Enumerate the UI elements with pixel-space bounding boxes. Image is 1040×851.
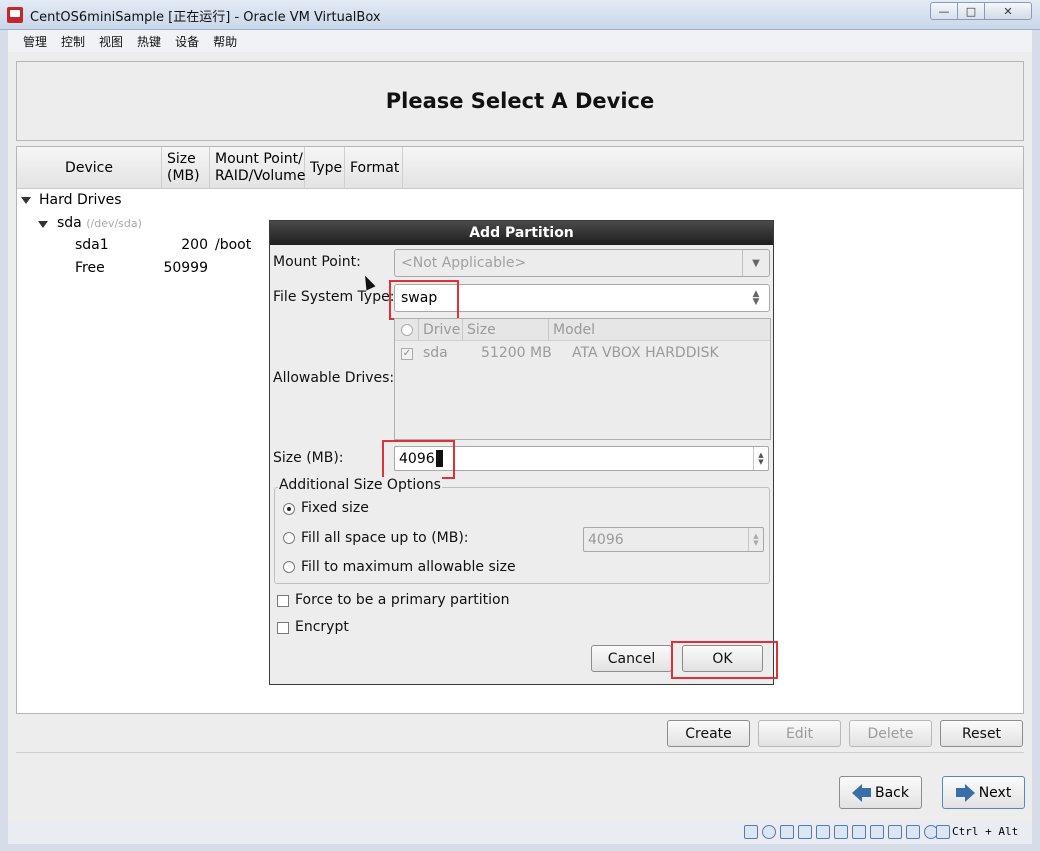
table-row[interactable]: sda1 200 /boot xyxy=(17,237,277,259)
select-all-toggle xyxy=(400,324,413,336)
table-row[interactable]: Free 50999 xyxy=(17,260,277,282)
menu-hotkey[interactable]: 热键 xyxy=(130,33,168,50)
partition-size: 200 xyxy=(181,237,208,253)
menu-help[interactable]: 帮助 xyxy=(206,33,244,50)
window-titlebar[interactable]: CentOS6miniSample [正在运行] - Oracle VM Vir… xyxy=(0,0,1040,30)
drives-select-all[interactable] xyxy=(395,319,419,341)
fs-type-label: File System Type: xyxy=(273,289,395,305)
fill-up-to-label[interactable]: Fill all space up to (MB): xyxy=(301,530,469,546)
mount-point-label: Mount Point: xyxy=(273,254,361,270)
encrypt-label[interactable]: Encrypt xyxy=(295,619,349,635)
status-bar: Ctrl + Alt xyxy=(8,822,1032,844)
tree-hard-drives[interactable]: Hard Drives xyxy=(39,192,122,208)
column-device[interactable]: Device xyxy=(17,147,162,189)
shared-folders-icon[interactable] xyxy=(834,825,848,839)
drive-name: sda xyxy=(423,345,448,361)
host-key-label: Ctrl + Alt xyxy=(952,825,1019,838)
chevron-down-icon: ▼ xyxy=(742,250,769,276)
column-mount-point[interactable]: Mount Point/ RAID/Volume xyxy=(210,147,305,189)
installer-header: Please Select A Device xyxy=(16,61,1024,141)
menu-manage[interactable]: 管理 xyxy=(16,33,54,50)
reset-button[interactable]: Reset xyxy=(940,720,1023,747)
audio-icon[interactable] xyxy=(780,825,794,839)
optical-drive-icon[interactable] xyxy=(762,825,776,839)
force-primary-label[interactable]: Force to be a primary partition xyxy=(295,592,509,608)
allowable-drives-list[interactable]: Drive Size Model ✓ sda 51200 MB ATA VBOX… xyxy=(394,318,771,440)
keyboard-capture-icon[interactable] xyxy=(936,825,950,839)
minimize-button[interactable]: — xyxy=(930,2,958,20)
window-title: CentOS6miniSample [正在运行] - Oracle VM Vir… xyxy=(30,10,381,25)
cancel-button[interactable]: Cancel xyxy=(591,645,672,672)
fill-up-to-spin-buttons[interactable]: ▲ ▼ xyxy=(748,528,763,551)
menu-devices[interactable]: 设备 xyxy=(168,33,206,50)
next-label: Next xyxy=(978,784,1012,801)
video-capture-icon[interactable] xyxy=(870,825,884,839)
next-arrow-icon xyxy=(955,783,975,802)
fill-up-to-input[interactable]: 4096 ▲ ▼ xyxy=(583,527,764,552)
close-button[interactable]: ✕ xyxy=(984,2,1032,20)
table-row[interactable]: ✓ sda 51200 MB ATA VBOX HARDDISK xyxy=(395,344,770,366)
tree-header: Device Size (MB) Mount Point/ RAID/Volum… xyxy=(17,147,1023,189)
radio-fill-max[interactable] xyxy=(283,561,295,573)
column-size[interactable]: Size (MB) xyxy=(162,147,210,189)
disk-path: (/dev/sda) xyxy=(86,217,142,230)
back-label: Back xyxy=(875,784,909,801)
expander-hard-drives-icon[interactable] xyxy=(21,197,31,204)
dialog-title: Add Partition xyxy=(270,221,773,245)
column-format[interactable]: Format xyxy=(345,147,403,189)
updown-icon: ▲ ▼ xyxy=(752,289,760,307)
expander-sda-icon[interactable] xyxy=(38,221,48,228)
tree-disk-sda[interactable]: sda (/dev/sda) xyxy=(57,215,142,231)
next-button[interactable]: Next xyxy=(942,776,1025,809)
add-partition-dialog: Add Partition Mount Point: <Not Applicab… xyxy=(269,220,778,685)
page-title: Please Select A Device xyxy=(385,89,655,113)
radio-fixed-size[interactable] xyxy=(283,503,295,515)
network-icon[interactable] xyxy=(798,825,812,839)
maximize-button[interactable]: □ xyxy=(957,2,985,20)
drives-col-model[interactable]: Model xyxy=(549,319,770,341)
divider xyxy=(16,752,1024,753)
partition-name: sda1 xyxy=(75,237,109,253)
partition-size: 50999 xyxy=(163,260,208,276)
size-spin-buttons[interactable]: ▲ ▼ xyxy=(753,447,768,470)
virtualbox-app-icon xyxy=(7,7,23,23)
disk-name: sda xyxy=(57,215,82,231)
force-primary-checkbox[interactable] xyxy=(277,595,289,607)
mount-point-combo[interactable]: <Not Applicable> ▼ xyxy=(394,249,770,277)
drives-col-size[interactable]: Size xyxy=(463,319,549,341)
menu-view[interactable]: 视图 xyxy=(92,33,130,50)
drives-col-drive[interactable]: Drive xyxy=(419,319,463,341)
fixed-size-label[interactable]: Fixed size xyxy=(301,500,369,516)
radio-fill-up-to[interactable] xyxy=(283,532,295,544)
allowable-drives-label: Allowable Drives: xyxy=(273,370,395,386)
edit-button[interactable]: Edit xyxy=(758,720,841,747)
display-icon[interactable] xyxy=(852,825,866,839)
fill-max-label[interactable]: Fill to maximum allowable size xyxy=(301,559,516,575)
partition-name: Free xyxy=(75,260,105,276)
highlight-ok xyxy=(671,641,778,679)
encrypt-checkbox[interactable] xyxy=(277,622,289,634)
drives-header: Drive Size Model xyxy=(395,319,770,341)
usb-icon[interactable] xyxy=(816,825,830,839)
cpu-icon[interactable] xyxy=(906,825,920,839)
back-arrow-icon xyxy=(852,783,871,802)
drive-size: 51200 MB xyxy=(481,345,552,361)
back-button[interactable]: Back xyxy=(839,776,922,809)
mount-point-value: <Not Applicable> xyxy=(401,255,527,271)
virtualization-icon[interactable] xyxy=(888,825,902,839)
column-type[interactable]: Type xyxy=(305,147,345,189)
menu-bar: 管理 控制 视图 热键 设备 帮助 xyxy=(8,30,1032,52)
create-button[interactable]: Create xyxy=(667,720,750,747)
fill-up-to-value: 4096 xyxy=(588,531,624,548)
partition-mount: /boot xyxy=(215,237,252,253)
highlight-fs-type xyxy=(389,280,459,320)
drive-checkbox[interactable]: ✓ xyxy=(401,348,413,360)
highlight-size xyxy=(382,440,455,479)
menu-control[interactable]: 控制 xyxy=(54,33,92,50)
hard-disk-icon[interactable] xyxy=(744,825,758,839)
size-label: Size (MB): xyxy=(273,450,344,466)
drive-model: ATA VBOX HARDDISK xyxy=(572,345,719,361)
size-options-label: Additional Size Options xyxy=(278,477,442,493)
delete-button[interactable]: Delete xyxy=(849,720,932,747)
